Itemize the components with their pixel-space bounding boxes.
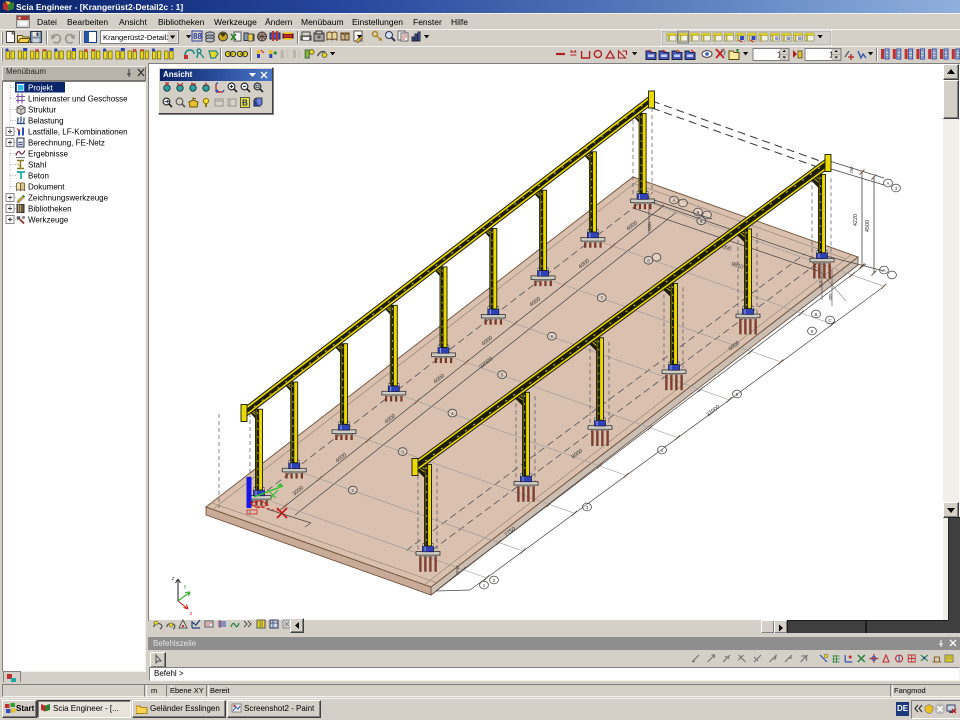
- svg-text:z: z: [172, 576, 175, 582]
- svg-text:Dokument: Dokument: [28, 183, 65, 192]
- svg-text:32000: 32000: [706, 404, 722, 418]
- svg-text:A: A: [886, 181, 889, 186]
- svg-text:88: 88: [193, 32, 202, 41]
- svg-text:Projekt: Projekt: [28, 84, 54, 93]
- svg-text:Belastung: Belastung: [28, 117, 64, 126]
- svg-text:4500: 4500: [865, 220, 871, 232]
- svg-text:Lastfälle, LF-Kombinationen: Lastfälle, LF-Kombinationen: [28, 128, 128, 137]
- svg-text:Ergebnisse: Ergebnisse: [28, 150, 69, 159]
- svg-text:A: A: [672, 198, 675, 203]
- svg-text:4220: 4220: [853, 214, 859, 226]
- svg-text:Berechnung, FE-Netz: Berechnung, FE-Netz: [28, 139, 105, 148]
- svg-text:y: y: [184, 584, 187, 590]
- svg-text:Stahl: Stahl: [28, 161, 46, 170]
- svg-text:Werkzeuge: Werkzeuge: [28, 216, 69, 225]
- svg-text:Bibliotheken: Bibliotheken: [28, 205, 72, 214]
- svg-text:3610: 3610: [455, 565, 460, 575]
- svg-text:Beton: Beton: [28, 172, 49, 181]
- svg-text:B: B: [814, 312, 817, 317]
- svg-text:x: x: [190, 611, 193, 617]
- svg-text:Struktur: Struktur: [28, 106, 56, 115]
- svg-text:200: 200: [849, 166, 854, 174]
- svg-text:4000: 4000: [647, 221, 652, 231]
- svg-text:Zeichnungswerkzeuge: Zeichnungswerkzeuge: [28, 194, 109, 203]
- svg-text:Linienraster und Geschosse: Linienraster und Geschosse: [28, 95, 128, 104]
- svg-text:Krangerüst2-Detail2c: Krangerüst2-Detail2c: [103, 33, 175, 42]
